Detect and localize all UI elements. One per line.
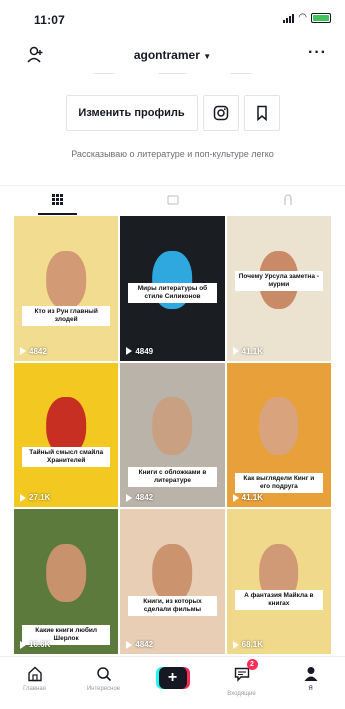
view-count: 41.1K	[232, 346, 264, 356]
status-icons: ◠	[283, 13, 331, 23]
nav-label-inbox: Входящие	[227, 691, 256, 697]
view-count-value: 4842	[135, 640, 154, 649]
play-icon	[232, 493, 239, 502]
thumbnail-image	[259, 397, 299, 456]
view-count-value: 4842	[135, 493, 154, 503]
video-caption: Книги с обложками в литературе	[128, 466, 217, 487]
view-count: 41.1K	[232, 493, 264, 503]
wifi-icon: ◠	[298, 12, 307, 23]
nav-discover[interactable]: Интересное	[69, 657, 138, 709]
play-icon	[126, 493, 133, 502]
view-count: 27.1K	[20, 493, 50, 502]
stat-placeholder: ———	[230, 70, 252, 77]
thumbnail-image	[46, 544, 86, 602]
video-thumbnail[interactable]: Почему Урсула заметна - мурми 41.1K	[226, 216, 331, 361]
search-icon	[96, 667, 111, 682]
view-count-value: 4842	[29, 346, 47, 356]
view-count: 68.1K	[232, 640, 264, 649]
play-icon	[20, 493, 26, 502]
play-icon	[232, 640, 239, 649]
video-caption: Миры литературы об стиле Силиконов	[128, 282, 217, 303]
thumbnail-image	[152, 544, 193, 602]
nav-inbox[interactable]: 2 Входящие	[207, 657, 276, 709]
video-caption: Книги, из которых сделали фильмы	[128, 596, 217, 617]
lock-icon	[166, 194, 179, 205]
signal-icon	[283, 13, 295, 23]
tab-liked[interactable]	[230, 186, 345, 213]
video-thumbnail[interactable]: Миры литературы об стиле Силиконов 4849	[120, 216, 225, 361]
profile-actions: Изменить профиль	[0, 95, 345, 131]
battery-icon	[311, 13, 331, 23]
video-grid: Кто из Рун главный злодей 4842 Миры литера…	[14, 216, 331, 654]
nav-home[interactable]: Главная	[0, 657, 69, 709]
play-icon	[126, 640, 133, 649]
nav-label-home: Главная	[23, 686, 46, 692]
video-thumbnail[interactable]: Книги с обложками в литературе 4842	[120, 362, 225, 508]
inbox-badge: 2	[246, 659, 258, 670]
view-count: 4842	[126, 640, 153, 649]
instagram-icon	[213, 105, 228, 121]
plus-icon: +	[158, 667, 187, 689]
stat-placeholder: ———	[93, 70, 115, 77]
view-count: 4842	[126, 493, 153, 502]
home-icon	[27, 666, 42, 682]
edit-profile-button[interactable]: Изменить профиль	[65, 95, 198, 131]
status-time: 11:07	[34, 13, 66, 27]
view-count-value: 27.1K	[29, 493, 51, 503]
video-caption: Тайный смысл смайла Хранителей	[22, 446, 111, 467]
nav-profile[interactable]: Я	[276, 657, 345, 709]
video-thumbnail[interactable]: Какие книги любил Шерлок 16.6K	[14, 509, 119, 654]
video-caption: Кто из Рун главный злодей	[22, 305, 111, 326]
view-count-value: 16.6K	[29, 640, 51, 649]
heart-icon	[283, 193, 292, 205]
status-bar: 11:07 ◠	[0, 0, 345, 34]
tab-videos[interactable]	[0, 186, 115, 215]
play-icon	[20, 347, 26, 356]
play-icon	[126, 347, 133, 356]
nav-label-profile: Я	[308, 686, 313, 692]
video-thumbnail[interactable]: Кто из Рун главный злодей 4842	[14, 216, 119, 361]
video-thumbnail[interactable]: Как выглядели Кинг и его подруга 41.1K	[226, 362, 331, 508]
profile-bio: Рассказываю о литературе и поп-культуре …	[71, 149, 274, 159]
view-count: 16.6K	[20, 640, 50, 649]
create-video-button[interactable]: +	[155, 667, 190, 689]
view-count-value: 41.1K	[241, 346, 264, 356]
stat-placeholder: ————	[158, 70, 187, 77]
video-thumbnail[interactable]: Книги, из которых сделали фильмы 4842	[120, 509, 225, 654]
instagram-button[interactable]	[202, 95, 239, 131]
play-icon	[20, 640, 26, 649]
profile-stats-faded: ——— ———— ———	[0, 70, 345, 77]
view-count: 4849	[126, 347, 153, 356]
view-count-value: 4849	[135, 346, 154, 356]
profile-header: agontramer ▼ ···	[0, 40, 345, 72]
nav-label-discover: Интересное	[86, 686, 121, 692]
thumbnail-image	[152, 397, 193, 456]
video-thumbnail[interactable]: Тайный смысл смайла Хранителей 27.1K	[14, 362, 119, 508]
profile-tabs	[0, 185, 345, 215]
username-switcher[interactable]: agontramer ▼	[0, 48, 345, 62]
username: agontramer	[133, 48, 200, 62]
video-caption: А фантазия Майкла в книгах	[234, 590, 323, 611]
chevron-down-icon: ▼	[203, 52, 212, 61]
video-caption: Как выглядели Кинг и его подруга	[234, 472, 323, 493]
thumbnail-image	[46, 250, 86, 309]
view-count: 4842	[20, 347, 47, 356]
bookmark-icon	[256, 105, 267, 121]
inbox-icon-wrap: 2	[233, 659, 258, 688]
video-caption: Почему Урсула заметна - мурми	[234, 270, 323, 291]
view-count-value: 41.1K	[241, 493, 264, 503]
favorites-button[interactable]	[243, 95, 280, 131]
more-options-button[interactable]: ···	[308, 44, 327, 62]
bottom-nav: Главная Интересное + 2 Входящие Я	[0, 656, 345, 709]
tab-private[interactable]	[115, 186, 230, 213]
nav-create[interactable]: +	[138, 657, 207, 709]
view-count-value: 68.1K	[241, 640, 264, 649]
play-icon	[232, 347, 239, 356]
video-thumbnail[interactable]: А фантазия Майкла в книгах 68.1K	[226, 509, 331, 654]
profile-icon	[304, 667, 317, 681]
grid-icon	[52, 194, 63, 205]
